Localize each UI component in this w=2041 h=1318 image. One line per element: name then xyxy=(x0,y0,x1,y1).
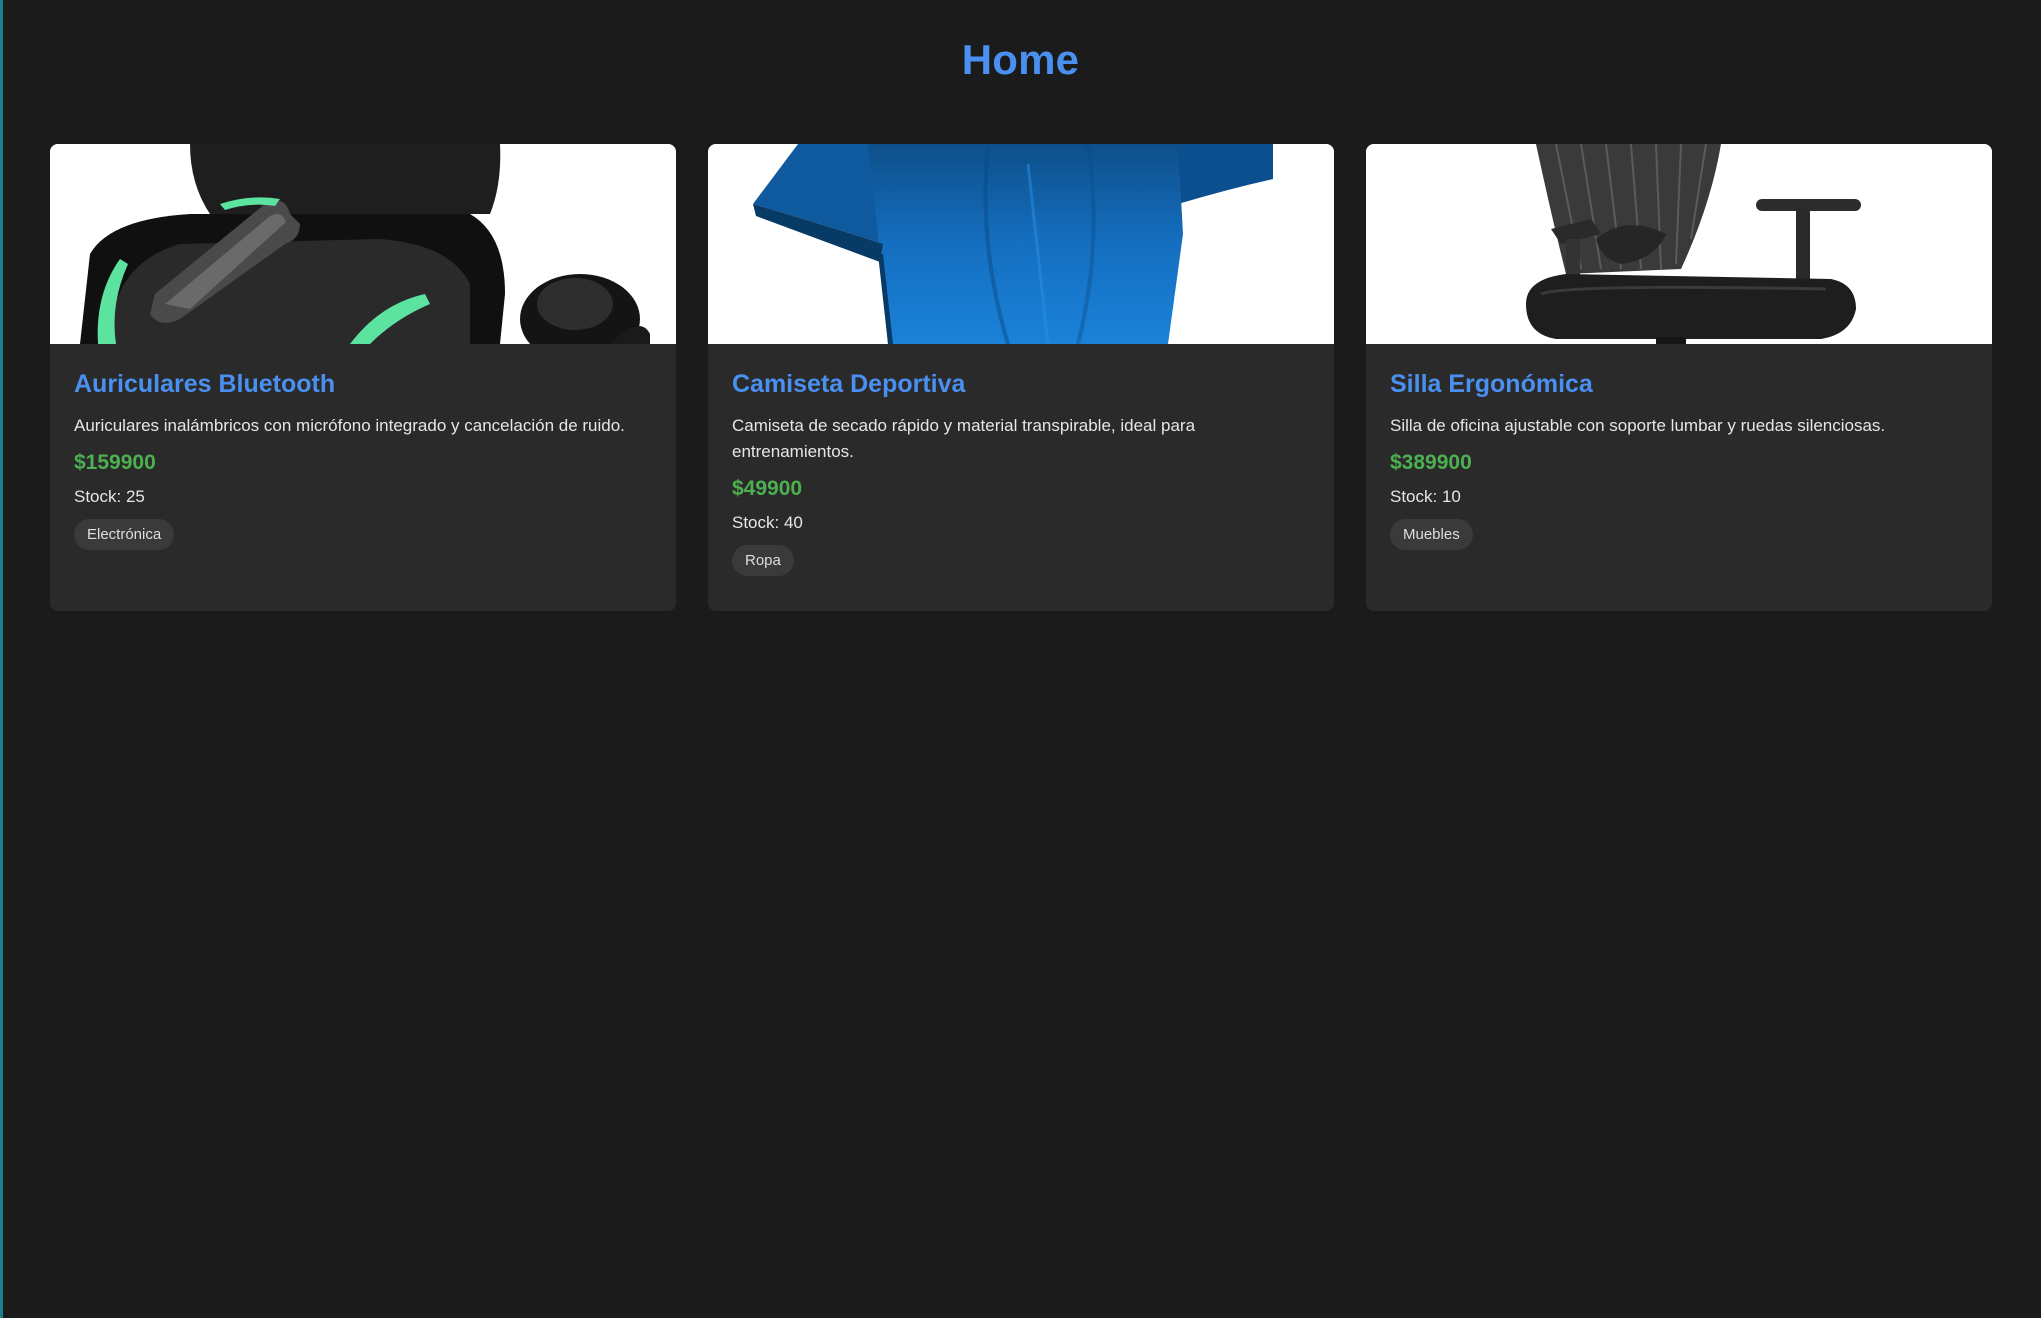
product-description: Auriculares inalámbricos con micrófono i… xyxy=(74,416,625,435)
tshirt-image xyxy=(708,144,1334,344)
product-card[interactable]: Camiseta Deportiva Camiseta de secado rá… xyxy=(708,144,1334,611)
product-description: Camiseta de secado rápido y material tra… xyxy=(732,416,1196,461)
category-tag: Electrónica xyxy=(74,519,175,550)
product-price: $159900 xyxy=(74,451,156,474)
product-stock: Stock: 25 xyxy=(74,487,145,506)
product-name: Auriculares Bluetooth xyxy=(74,370,336,398)
page-title: Home xyxy=(961,36,1080,83)
product-name: Camiseta Deportiva xyxy=(732,370,966,398)
product-grid: Auriculares Bluetooth Auriculares inalám… xyxy=(50,144,1994,611)
window-left-edge xyxy=(0,0,3,1318)
product-description: Silla de oficina ajustable con soporte l… xyxy=(1390,416,1886,435)
product-price: $49900 xyxy=(732,477,803,500)
product-image-tshirt xyxy=(708,144,1334,344)
product-card[interactable]: Auriculares Bluetooth Auriculares inalám… xyxy=(50,144,676,611)
office-chair-image xyxy=(1366,144,1992,344)
earbuds-image xyxy=(50,144,676,344)
product-image-earbuds xyxy=(50,144,676,344)
category-tag: Ropa xyxy=(732,545,794,576)
product-price: $389900 xyxy=(1390,451,1472,474)
product-image-chair xyxy=(1366,144,1992,344)
product-stock: Stock: 40 xyxy=(732,513,803,532)
product-card[interactable]: Silla Ergonómica Silla de oficina ajusta… xyxy=(1366,144,1992,611)
product-stock: Stock: 10 xyxy=(1390,487,1461,506)
category-tag: Muebles xyxy=(1390,519,1473,550)
product-name: Silla Ergonómica xyxy=(1390,370,1593,398)
